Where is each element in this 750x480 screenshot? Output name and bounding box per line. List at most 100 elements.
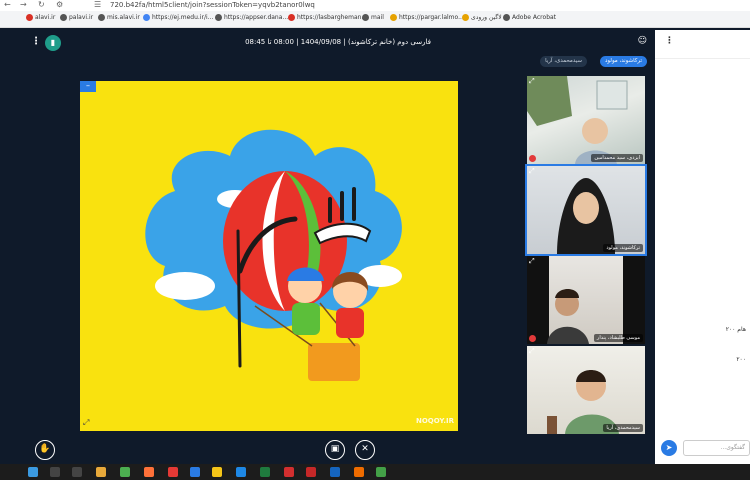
chair <box>547 416 557 434</box>
join-audio-button[interactable]: ✕ <box>355 440 375 460</box>
bookmark-icon <box>26 14 33 21</box>
webcam-name: سیدمحمدی، آریا <box>603 424 643 432</box>
app-icon[interactable] <box>354 467 364 477</box>
webcam-video <box>557 178 615 254</box>
meeting-stage: – ⤢ NOQOY.IR ترکاشوند، مولود سیدمحمدی، آ… <box>21 56 655 464</box>
meeting-title: فارسی دوم (خانم ترکاشوند) | 1404/09/08 |… <box>245 38 431 46</box>
bookmark-item[interactable]: palavi.ir <box>60 14 93 21</box>
folder-icon[interactable] <box>96 467 106 477</box>
chat-divider <box>655 58 750 59</box>
bookmark-item[interactable]: mis.alavi.ir <box>98 14 140 21</box>
app-icon[interactable] <box>190 467 200 477</box>
person-hair <box>555 289 579 298</box>
dark-edge <box>527 256 549 344</box>
search-icon[interactable] <box>50 467 60 477</box>
slide-watermark: NOQOY.IR <box>415 417 454 425</box>
webcam-name: ترکاشوند، مولود <box>603 244 643 252</box>
bookmark-item[interactable]: mail <box>362 14 384 21</box>
person-head <box>582 118 608 144</box>
fullscreen-icon[interactable]: ⤢ <box>83 418 89 428</box>
firefox-icon[interactable] <box>144 467 154 477</box>
bookmark-icon <box>390 14 397 21</box>
forward-icon[interactable]: → <box>20 0 27 10</box>
bookmark-item[interactable]: https://lasbargheman... <box>288 14 367 21</box>
boy-body <box>292 303 320 335</box>
webcam-name: موسی طلبشاد، پندار <box>593 334 643 342</box>
talking-indicator[interactable]: سیدمحمدی، آریا <box>540 56 587 67</box>
bookmark-item[interactable]: alavi.ir <box>26 14 55 21</box>
audio-off-icon: ✕ <box>361 444 369 454</box>
users-list-icon[interactable]: ☺ <box>638 36 647 46</box>
excel-icon[interactable] <box>260 467 270 477</box>
raise-hand-button[interactable]: ✋ <box>35 440 55 460</box>
presentation-slide: – ⤢ NOQOY.IR <box>80 81 458 431</box>
chat-message: هام ۲۰۰ <box>725 326 746 333</box>
hand-icon: ✋ <box>39 444 51 454</box>
bookmark-icon <box>362 14 369 21</box>
bookmark-icon <box>98 14 105 21</box>
start-icon[interactable] <box>28 467 38 477</box>
screen-share-button[interactable]: ▣ <box>325 440 345 460</box>
webcam-tile[interactable]: ⤢ ایزدی، سید محمدامین <box>527 76 645 164</box>
webcam-video <box>527 76 628 164</box>
fullscreen-icon[interactable]: ⤢ <box>529 347 535 356</box>
talking-indicator[interactable]: ترکاشوند، مولود <box>599 56 647 67</box>
fullscreen-icon[interactable]: ⤢ <box>529 167 535 176</box>
chat-input[interactable]: ...گفتگوی <box>683 440 750 456</box>
bookmark-icon <box>143 14 150 21</box>
bookmark-item[interactable]: لاگین ورودی <box>462 14 502 21</box>
bookmarks-bar: alavi.ir palavi.ir mis.alavi.ir https://… <box>0 11 750 28</box>
minimize-presentation-button[interactable]: – <box>80 81 96 92</box>
app-icon[interactable] <box>168 467 178 477</box>
dark-edge <box>623 256 645 344</box>
screen-icon: ▣ <box>330 444 340 454</box>
extensions-icon[interactable]: ⚙ <box>56 0 63 10</box>
wall-frame <box>596 80 628 110</box>
webcam-name: ایزدی، سید محمدامین <box>591 154 643 162</box>
app-icon[interactable] <box>212 467 222 477</box>
webcam-video <box>547 370 619 434</box>
task-view-icon[interactable] <box>72 467 82 477</box>
bookmark-item[interactable]: https://ej.medu.ir/i... <box>143 14 213 21</box>
bookmark-icon <box>60 14 67 21</box>
meeting-header: ⋮ ▮ فارسی دوم (خانم ترکاشوند) | 1404/09/… <box>21 30 655 56</box>
back-icon[interactable]: ← <box>4 0 11 10</box>
app-icon[interactable] <box>376 467 386 477</box>
site-info-icon[interactable]: ☰ <box>94 0 101 10</box>
screen: ← → ↻ ⚙ ☰ 720.b42fa/html5client/join?ses… <box>0 0 750 480</box>
bookmark-icon <box>462 14 469 21</box>
person-hair <box>576 370 606 382</box>
bookmark-icon <box>288 14 295 21</box>
bookmark-item[interactable]: https://appser.dana... <box>215 14 288 21</box>
fullscreen-icon[interactable]: ⤢ <box>529 257 535 266</box>
basket <box>308 343 360 381</box>
browser-url-bar: ← → ↻ ⚙ ☰ 720.b42fa/html5client/join?ses… <box>0 0 750 11</box>
person-face <box>573 192 599 224</box>
muted-mic-icon <box>529 155 536 162</box>
balloon-body <box>223 171 347 311</box>
webcam-tile[interactable]: ⤢ سیدمحمدی، آریا <box>527 346 645 434</box>
address-field[interactable]: 720.b42fa/html5client/join?sessionToken=… <box>110 0 315 10</box>
app-icon[interactable] <box>330 467 340 477</box>
girl-body <box>336 308 364 338</box>
chat-message: ۲۰۰ <box>736 356 746 363</box>
chat-panel: ⋮ هام ۲۰۰ ۲۰۰ ➤ ...گفتگوی <box>655 30 750 464</box>
acrobat-icon[interactable] <box>306 467 316 477</box>
chat-options-icon[interactable]: ⋮ <box>665 36 674 46</box>
send-message-button[interactable]: ➤ <box>661 440 677 456</box>
reload-icon[interactable]: ↻ <box>38 0 45 10</box>
app-icon[interactable] <box>236 467 246 477</box>
os-taskbar <box>0 464 750 480</box>
webcam-tile[interactable]: ⤢ ترکاشوند، مولود <box>525 164 647 256</box>
greeting-illustration <box>145 129 402 381</box>
webcam-tile[interactable]: ⤢ موسی طلبشاد، پندار <box>527 256 645 344</box>
calligraphy-stroke <box>236 229 242 368</box>
fullscreen-icon[interactable]: ⤢ <box>529 77 535 86</box>
muted-mic-icon <box>529 335 536 342</box>
send-icon: ➤ <box>665 443 673 452</box>
bookmark-item[interactable]: Adobe Acrobat <box>503 14 556 21</box>
app-icon[interactable] <box>284 467 294 477</box>
small-cloud <box>155 272 215 300</box>
chrome-icon[interactable] <box>120 467 130 477</box>
bookmark-item[interactable]: https://pargar.lalmo... <box>390 14 464 21</box>
